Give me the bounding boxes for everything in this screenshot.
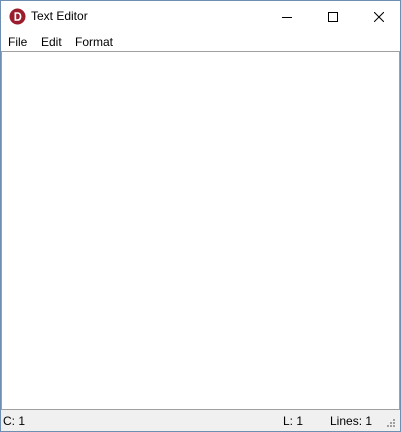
menu-format[interactable]: Format bbox=[75, 35, 113, 49]
status-line-count: Lines: 1 bbox=[330, 414, 373, 428]
status-bar: C: 1 L: 1 Lines: 1 bbox=[1, 410, 400, 431]
text-editor-window: Text Editor File Edit Format C: 1 L: 1 L… bbox=[0, 0, 401, 432]
minimize-button[interactable] bbox=[264, 1, 310, 32]
menu-edit[interactable]: Edit bbox=[41, 35, 62, 49]
close-button[interactable] bbox=[356, 1, 400, 32]
status-column: C: 1 bbox=[3, 414, 26, 428]
maximize-button[interactable] bbox=[310, 1, 356, 32]
title-bar[interactable]: Text Editor bbox=[1, 1, 400, 32]
menu-bar: File Edit Format bbox=[1, 32, 400, 51]
editor-text-area[interactable] bbox=[1, 51, 400, 410]
status-line: L: 1 bbox=[283, 414, 304, 428]
window-title: Text Editor bbox=[31, 9, 88, 23]
minimize-icon bbox=[282, 12, 292, 22]
resize-grip-icon[interactable] bbox=[384, 418, 396, 429]
menu-file[interactable]: File bbox=[8, 35, 27, 49]
maximize-icon bbox=[328, 11, 338, 22]
close-icon bbox=[374, 11, 384, 22]
d-logo-icon bbox=[9, 8, 26, 25]
